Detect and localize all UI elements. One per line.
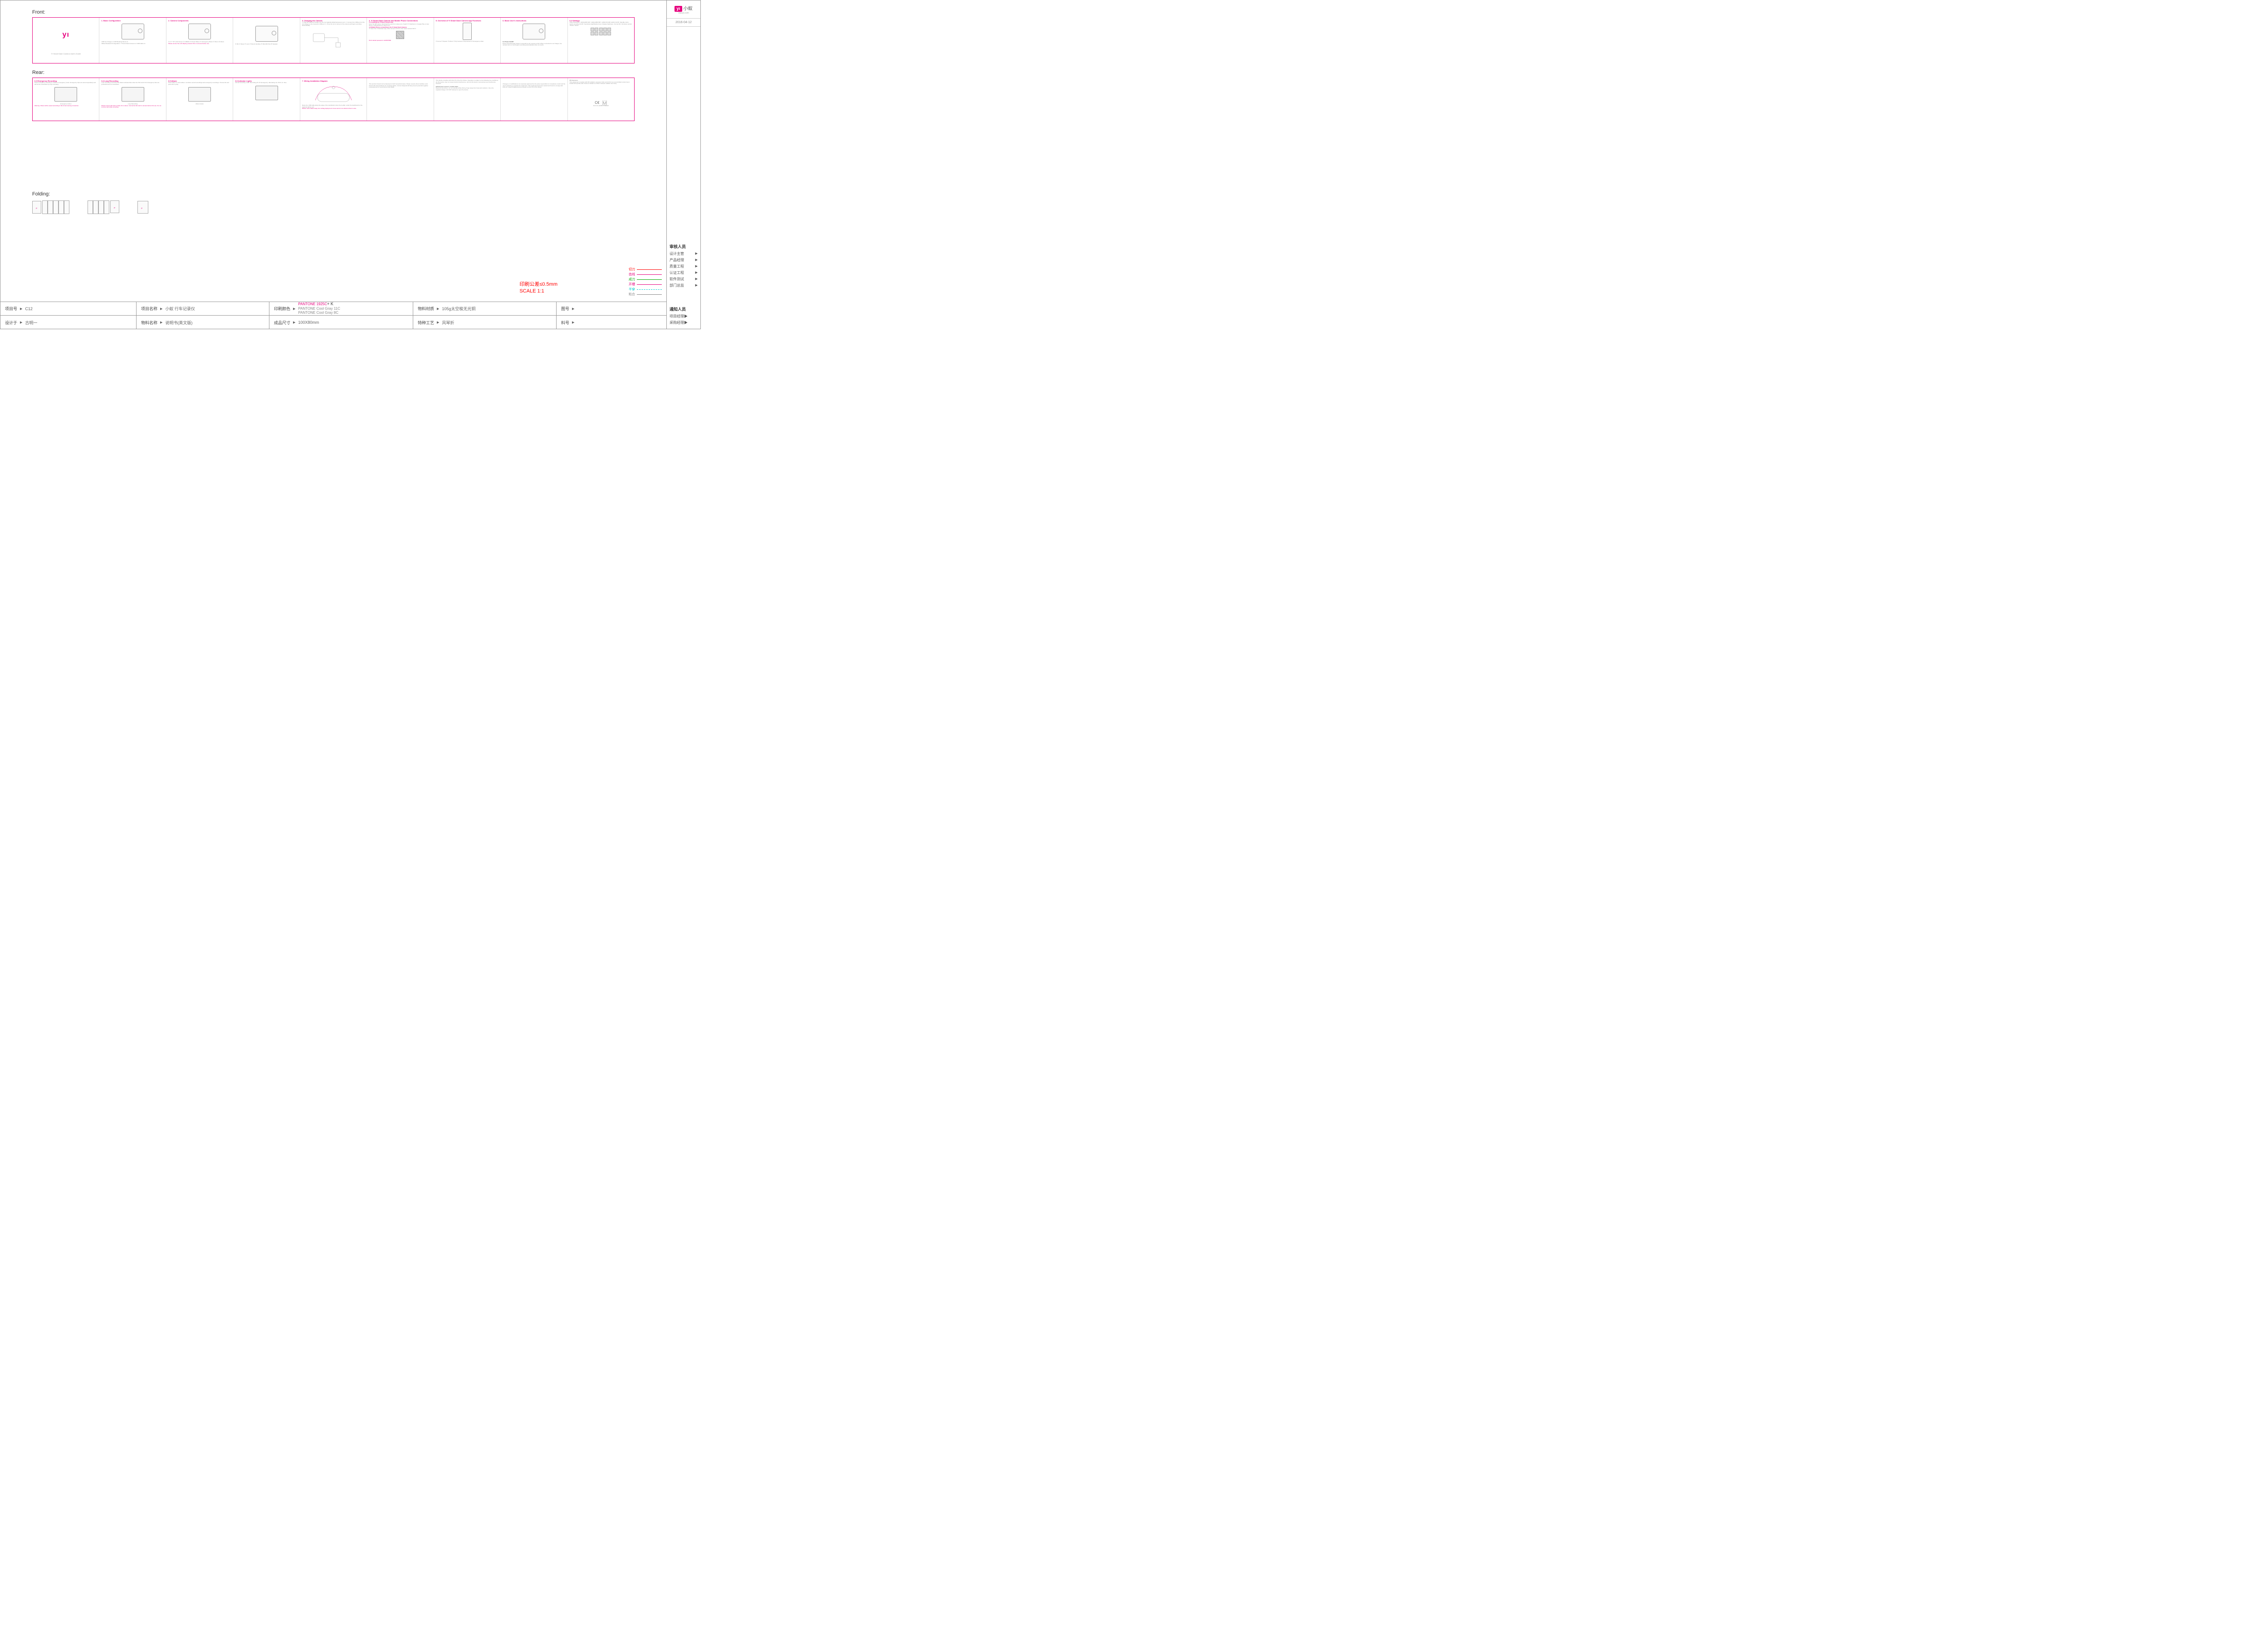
panel-rear-4: 7. Wiring Installation Diagram Route the… xyxy=(300,78,367,121)
notify-title: 通知人员 xyxy=(670,306,698,312)
screen-icon xyxy=(122,87,144,102)
panel-rear-6: This device complies with Part 15 of the… xyxy=(434,78,501,121)
screen-icon xyxy=(188,87,211,102)
folding-section: Folding: yı yı yı xyxy=(32,191,635,214)
accordion-fold-icon xyxy=(42,200,69,214)
spec-cell: 项目号▶C12 xyxy=(0,302,137,315)
spec-cell: 印刷颜色▶PANTONE 1925C+ KPANTONE Cool Gray 1… xyxy=(269,302,413,315)
wiring-diagram-icon xyxy=(302,82,365,105)
panel-front-8: 6.2 Settings Video Resolution: 1920x1080… xyxy=(568,18,634,63)
front-label: Front: xyxy=(32,10,635,15)
panel-rear-1: 6.4 Loop Recording Loop recording overwr… xyxy=(99,78,166,121)
yi-logo-icon: yı xyxy=(34,31,97,39)
accordion-fold-icon xyxy=(88,200,109,214)
brand-logo: yı小蚁 xiaoyi.com xyxy=(667,0,700,19)
spec-cell: 设计于▶古明一 xyxy=(0,316,137,329)
folding-label: Folding: xyxy=(32,191,635,197)
booklet-icon: yı xyxy=(137,201,148,214)
camera-outline-icon xyxy=(122,24,144,39)
panel-front-7: 6. Basic User's Instructions 6.1 Power O… xyxy=(501,18,567,63)
qr-code-icon xyxy=(396,31,404,39)
spec-cell: 项目名称▶小蚁 行车记录仪 xyxy=(137,302,269,315)
notify-row: 采购经理▶ xyxy=(670,320,698,326)
panel-rear-7: Changes or modifications not expressly a… xyxy=(501,78,567,121)
camera-outline-icon xyxy=(523,24,545,39)
panel-front-5: 4. YI Smart Dash Camera and Mobile Phone… xyxy=(367,18,434,63)
front-strip: yı YI Smart Dash Camera User's Guide 1. … xyxy=(32,17,635,63)
screen-icon xyxy=(255,86,278,100)
spec-cell: 图号▶ xyxy=(557,302,666,315)
spec-cell: 物料名称▶说明书(英文版) xyxy=(137,316,269,329)
approval-row: 软件测试▶ xyxy=(670,276,698,283)
artwork-area: Front: yı YI Smart Dash Camera User's Gu… xyxy=(0,0,666,302)
screen-icon xyxy=(54,87,77,102)
spec-table: 项目号▶C12项目名称▶小蚁 行车记录仪印刷颜色▶PANTONE 1925C+ … xyxy=(0,302,666,329)
approval-row: 部门总监▶ xyxy=(670,283,698,289)
panel-front-1: 1. Basic Configuration USB Car Charger x… xyxy=(99,18,166,63)
panel-rear-5: This product should not be disposed of w… xyxy=(367,78,434,121)
approval-title: 审核人员 xyxy=(670,244,698,249)
panel-front-0: yı YI Smart Dash Camera User's Guide xyxy=(33,18,99,63)
panel-front-3: ① Mic ② Reset ③ Lens ④ Mount interface ⑤… xyxy=(233,18,300,63)
settings-grid-icon xyxy=(591,28,611,35)
notify-row: 项目经理▶ xyxy=(670,313,698,320)
panel-front-4: 3. Charging the Camera 1. Plug the USB c… xyxy=(300,18,367,63)
spec-cell: 料号▶ xyxy=(557,316,666,329)
approval-block: 审核人员 设计主管▶产品经理▶质量工程▶认证工程▶软件测试▶部门总监▶ xyxy=(670,244,698,289)
camera-rear-icon xyxy=(255,26,278,42)
panel-rear-0: 6.3 Emergency Recording Press emergency … xyxy=(33,78,99,121)
rear-label: Rear: xyxy=(32,70,635,75)
approval-row: 产品经理▶ xyxy=(670,257,698,263)
notify-block: 通知人员 项目经理▶采购经理▶ xyxy=(670,306,698,329)
dieline-legend: 切刀齿线成刀开槽半穿粘合 xyxy=(629,267,662,297)
phone-outline-icon xyxy=(463,23,472,40)
sidebar: yı小蚁 xiaoyi.com 2016-04-12 审核人员 设计主管▶产品经… xyxy=(666,0,700,329)
spec-cell: 物料材质▶105g太空梭无光铜 xyxy=(413,302,557,315)
spec-date: 2016-04-12 xyxy=(667,19,700,27)
tolerance-note: 印刷公差≤0.5mm SCALE 1:1 xyxy=(519,281,557,294)
panel-rear-3: 6.6 Indicator Lights Normal recording: s… xyxy=(233,78,300,121)
panel-rear-2: 6.5 Album Press Album to enter album. Co… xyxy=(166,78,233,121)
spec-cell: 特种工艺▶风琴折 xyxy=(413,316,557,329)
yi-badge-icon: yı xyxy=(675,6,682,12)
spec-sheet: Front: yı YI Smart Dash Camera User's Gu… xyxy=(0,0,701,329)
panel-front-6: 5. Overview of YI Smart Dash Camera App … xyxy=(434,18,501,63)
approval-row: 设计主管▶ xyxy=(670,251,698,257)
booklet-icon: yı xyxy=(110,200,119,213)
booklet-icon: yı xyxy=(32,201,41,214)
camera-outline-icon xyxy=(188,24,211,39)
spec-cell: 成品尺寸▶100X80mm xyxy=(269,316,413,329)
rear-strip: 6.3 Emergency Recording Press emergency … xyxy=(32,78,635,121)
panel-rear-8: RF Exposure This equipment complies with… xyxy=(568,78,634,121)
approval-row: 质量工程▶ xyxy=(670,263,698,270)
approval-row: 认证工程▶ xyxy=(670,270,698,276)
panel-front-2: 2. Camera Components ① 2.7" TFT LCD Scre… xyxy=(166,18,233,63)
charging-diagram-icon xyxy=(302,27,365,49)
